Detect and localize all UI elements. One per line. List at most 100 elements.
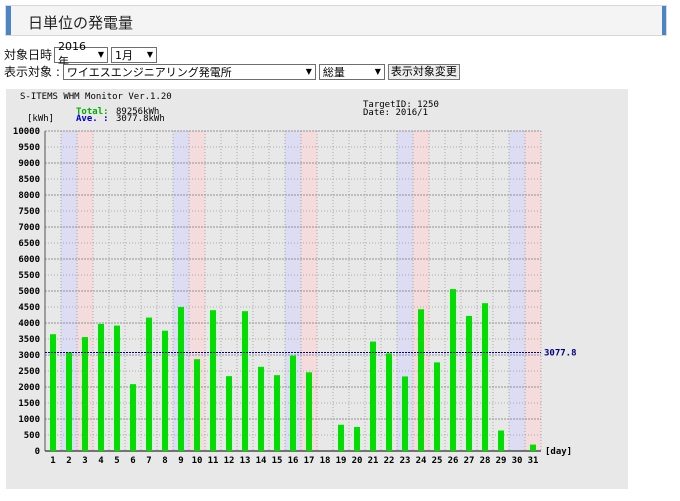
chart-panel: S-ITEMS WHM Monitor Ver.1.20 [kWh] Total… xyxy=(6,89,628,489)
x-tick-label: 26 xyxy=(448,456,459,466)
x-tick-label: 12 xyxy=(224,456,235,466)
date-label: Date: 2016/1 xyxy=(363,108,428,118)
x-tick-label: 14 xyxy=(256,456,267,466)
y-tick-label: 7500 xyxy=(18,207,40,217)
y-tick-label: 500 xyxy=(24,431,40,441)
change-target-button[interactable]: 表示対象変更 xyxy=(387,63,460,80)
x-tick-label: 4 xyxy=(98,456,104,466)
y-tick-label: 8500 xyxy=(18,175,40,185)
y-tick-label: 4500 xyxy=(18,303,40,313)
x-tick-label: 8 xyxy=(162,456,167,466)
y-tick-label: 4000 xyxy=(18,319,40,329)
y-tick-label: 8000 xyxy=(18,191,40,201)
average-label: Ave. : xyxy=(76,114,109,124)
y-tick-label: 3500 xyxy=(18,335,40,345)
x-tick-label: 22 xyxy=(384,456,395,466)
x-tick-label: 25 xyxy=(432,456,443,466)
x-axis-label: [day] xyxy=(545,447,572,457)
y-tick-label: 9500 xyxy=(18,143,40,153)
y-tick-label: 0 xyxy=(35,447,40,457)
month-select[interactable]: 1月 ▼ xyxy=(111,46,158,63)
target-row: 表示対象 : ワイエスエンジニアリング発電所 ▼ 総量 ▼ 表示対象変更 xyxy=(4,63,460,80)
chevron-down-icon: ▼ xyxy=(146,50,154,59)
daily-energy-chart: S-ITEMS WHM Monitor Ver.1.20 [kWh] Total… xyxy=(13,92,577,466)
bar xyxy=(146,317,152,451)
x-tick-label: 10 xyxy=(192,456,203,466)
bar xyxy=(162,330,168,451)
x-tick-label: 15 xyxy=(272,456,283,466)
y-tick-label: 1500 xyxy=(18,399,40,409)
y-tick-label: 7000 xyxy=(18,223,40,233)
x-tick-label: 20 xyxy=(352,456,363,466)
x-tick-label: 29 xyxy=(496,456,507,466)
y-tick-label: 2000 xyxy=(18,383,40,393)
y-tick-label: 6500 xyxy=(18,239,40,249)
x-tick-label: 3 xyxy=(82,456,87,466)
y-tick-label: 5000 xyxy=(18,287,40,297)
year-select[interactable]: 2016年 ▼ xyxy=(54,40,109,68)
x-tick-label: 13 xyxy=(240,456,251,466)
header-accent-bar xyxy=(6,6,11,35)
x-tick-label: 5 xyxy=(114,456,119,466)
x-tick-label: 11 xyxy=(208,456,219,466)
y-tick-label: 3000 xyxy=(18,351,40,361)
kind-value: 総量 xyxy=(322,65,345,79)
target-value: ワイエスエンジニアリング発電所 xyxy=(66,65,232,79)
average-value: 3077.8kWh xyxy=(116,114,165,124)
bar xyxy=(210,310,216,451)
bar xyxy=(402,376,408,451)
bar xyxy=(290,355,296,451)
bar xyxy=(338,424,344,451)
y-tick-label: 6000 xyxy=(18,255,40,265)
bar xyxy=(98,323,104,451)
chevron-down-icon: ▼ xyxy=(374,67,381,76)
kind-select[interactable]: 総量 ▼ xyxy=(318,63,385,80)
x-tick-label: 9 xyxy=(178,456,183,466)
bar xyxy=(434,362,440,451)
header-accent-bar-right xyxy=(662,6,666,35)
chevron-down-icon: ▼ xyxy=(97,50,105,59)
app-version-label: S-ITEMS WHM Monitor Ver.1.20 xyxy=(20,92,172,102)
bar xyxy=(354,427,360,451)
bar xyxy=(226,376,232,451)
page-title: 日単位の発電量 xyxy=(28,14,134,32)
bar xyxy=(130,384,136,451)
bar xyxy=(114,325,120,451)
y-tick-label: 1000 xyxy=(18,415,40,425)
x-tick-label: 7 xyxy=(146,456,151,466)
y-unit-label: [kWh] xyxy=(27,114,54,124)
bar xyxy=(466,315,472,451)
bar xyxy=(306,372,312,451)
x-tick-label: 2 xyxy=(66,456,71,466)
x-tick-label: 24 xyxy=(416,456,427,466)
page-header: 日単位の発電量 xyxy=(5,5,667,36)
x-tick-label: 17 xyxy=(304,456,315,466)
x-tick-label: 16 xyxy=(288,456,299,466)
bar xyxy=(386,353,392,451)
y-tick-label: 5500 xyxy=(18,271,40,281)
x-tick-label: 19 xyxy=(336,456,347,466)
x-tick-label: 18 xyxy=(320,456,331,466)
x-tick-label: 6 xyxy=(130,456,135,466)
bar xyxy=(242,311,248,451)
period-label: 対象日時 xyxy=(4,48,53,62)
bar xyxy=(66,352,72,451)
bar xyxy=(194,359,200,451)
x-tick-label: 23 xyxy=(400,456,411,466)
month-value: 1月 xyxy=(115,48,134,62)
bar xyxy=(258,366,264,451)
y-tick-label: 2500 xyxy=(18,367,40,377)
bar xyxy=(178,307,184,451)
chevron-down-icon: ▼ xyxy=(305,67,312,76)
bar xyxy=(50,334,56,451)
target-select[interactable]: ワイエスエンジニアリング発電所 ▼ xyxy=(62,63,316,80)
bar xyxy=(530,444,536,451)
average-line-label: 3077.8 xyxy=(544,349,577,359)
y-tick-label: 10000 xyxy=(13,127,40,137)
x-tick-label: 31 xyxy=(528,456,539,466)
bar xyxy=(498,430,504,451)
x-tick-label: 27 xyxy=(464,456,475,466)
bar xyxy=(82,337,88,451)
y-tick-label: 9000 xyxy=(18,159,40,169)
x-tick-label: 1 xyxy=(50,456,55,466)
